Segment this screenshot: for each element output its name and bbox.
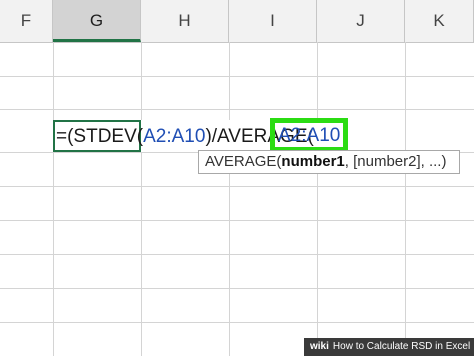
grid-line: [0, 288, 474, 289]
column-header-f[interactable]: F: [0, 0, 53, 42]
grid-line: [53, 42, 54, 356]
tooltip-function-name: AVERAGE(: [205, 153, 282, 170]
tooltip-current-arg[interactable]: number1: [281, 153, 344, 170]
grid-line: [0, 186, 474, 187]
column-header-g[interactable]: G: [53, 0, 141, 42]
grid-line: [405, 42, 406, 356]
grid-line: [0, 322, 474, 323]
grid-line: [0, 109, 474, 110]
column-header-i[interactable]: I: [229, 0, 317, 42]
watermark-footer: wiki How to Calculate RSD in Excel: [304, 338, 474, 356]
wiki-logo: wiki: [310, 341, 329, 352]
column-header-k[interactable]: K: [405, 0, 474, 42]
tooltip-remaining-args: , [number2], ...): [344, 153, 447, 170]
column-header-j[interactable]: J: [317, 0, 405, 42]
grid-line: [317, 42, 318, 356]
grid-line: [141, 42, 142, 356]
formula-prefix: =(STDEV(: [56, 126, 144, 147]
footer-caption: How to Calculate RSD in Excel: [332, 341, 471, 352]
grid-line: [0, 76, 474, 77]
grid-line: [0, 254, 474, 255]
column-header-h[interactable]: H: [141, 0, 229, 42]
function-tooltip: AVERAGE(number1, [number2], ...): [198, 150, 460, 174]
highlighted-range-ref: A2:A10: [278, 125, 341, 146]
formula-range-ref: A2:A10: [143, 126, 206, 147]
column-header-bar: F G H I J K: [0, 0, 474, 43]
grid-line: [0, 220, 474, 221]
grid-line: [229, 42, 230, 356]
spreadsheet: F G H I J K =(STDEV(A2:A10)/AVERAGE( A2:…: [0, 0, 474, 356]
